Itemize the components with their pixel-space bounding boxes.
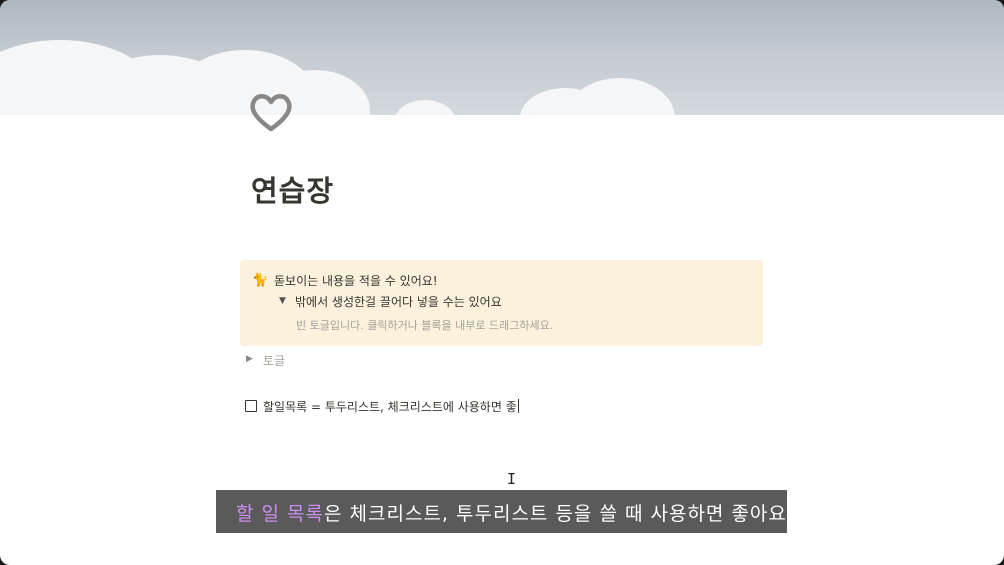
page-title[interactable]: 연습장 <box>251 168 334 210</box>
toggle-arrow-collapsed-icon[interactable]: ▶ <box>246 354 253 364</box>
todo-checkbox[interactable] <box>245 400 257 412</box>
todo-text-input[interactable]: 할일목록 = 투두리스트, 체크리스트에 사용하면 좋 <box>263 398 519 415</box>
heart-icon[interactable] <box>248 92 294 134</box>
cloud-shape <box>565 78 675 115</box>
callout-text[interactable]: 돋보이는 내용을 적을 수 있어요! <box>274 272 438 289</box>
toggle-arrow-expanded-icon[interactable]: ▼ <box>279 296 286 306</box>
notion-window: 연습장 🐈 돋보이는 내용을 적을 수 있어요! ▼ 밖에서 생성한걸 끌어다 … <box>0 0 1004 565</box>
todo-text: 할일목록 = 투두리스트, 체크리스트에 사용하면 좋 <box>263 400 517 414</box>
nested-toggle-label[interactable]: 밖에서 생성한걸 끌어다 넣을 수는 있어요 <box>295 293 502 310</box>
subtitle-text: 할 일 목록은 체크리스트, 투두리스트 등을 쓸 때 사용하면 좋아요 <box>236 499 787 526</box>
toggle-label[interactable]: 토글 <box>263 352 285 369</box>
text-caret <box>517 399 519 413</box>
callout-block[interactable]: 🐈 돋보이는 내용을 적을 수 있어요! ▼ 밖에서 생성한걸 끌어다 넣을 수… <box>240 260 763 346</box>
cover-image[interactable] <box>0 0 1004 115</box>
ibeam-cursor-icon: I <box>507 470 517 488</box>
subtitle-rest: 은 체크리스트, 투두리스트 등을 쓸 때 사용하면 좋아요 <box>324 503 787 525</box>
subtitle-highlight: 할 일 목록 <box>236 503 324 525</box>
video-subtitle: 할 일 목록은 체크리스트, 투두리스트 등을 쓸 때 사용하면 좋아요 <box>216 490 787 533</box>
cat-emoji-icon[interactable]: 🐈 <box>252 273 268 288</box>
empty-toggle-placeholder: 빈 토글입니다. 클릭하거나 블록을 내부로 드래그하세요. <box>296 319 554 332</box>
cloud-shape <box>395 100 455 115</box>
